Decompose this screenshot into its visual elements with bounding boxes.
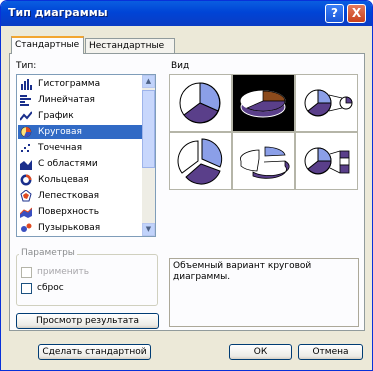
list-item-label: Пузырьковая xyxy=(38,223,101,233)
params-title: Параметры xyxy=(19,248,77,258)
preview-button[interactable]: Просмотр результата xyxy=(16,313,159,329)
subtype-exploded-pie[interactable] xyxy=(169,132,232,190)
doughnut-chart-icon xyxy=(20,174,32,186)
chart-subtype-grid xyxy=(169,74,359,190)
chart-type-dialog: Тип диаграммы ? X Стандартные Нестандарт… xyxy=(0,0,373,371)
list-item-radar[interactable]: Лепестковая xyxy=(18,189,144,203)
list-scrollbar[interactable]: ▲ ▼ xyxy=(142,75,155,236)
view-label: Вид xyxy=(171,61,190,71)
chart-type-list[interactable]: Гистограмма Линейчатая График Круговая Т… xyxy=(16,74,156,237)
list-item-bubble[interactable]: Пузырьковая xyxy=(18,221,144,235)
list-item-line[interactable]: График xyxy=(18,109,144,123)
scroll-up-button[interactable]: ▲ xyxy=(142,75,155,88)
list-item-label: Лепестковая xyxy=(38,191,100,201)
subtype-exploded-3d-pie[interactable] xyxy=(232,132,295,190)
subtype-bar-of-pie[interactable] xyxy=(295,132,358,190)
bar-of-pie-thumbnail xyxy=(304,147,350,175)
3d-pie-thumbnail xyxy=(240,90,286,118)
title-bar[interactable]: Тип диаграммы ? X xyxy=(1,1,372,26)
subtype-3d-pie[interactable] xyxy=(232,74,295,132)
surface-chart-icon xyxy=(20,207,32,218)
scroll-down-button[interactable]: ▼ xyxy=(142,223,155,236)
close-button[interactable]: X xyxy=(347,4,366,23)
type-label: Тип: xyxy=(16,61,37,71)
apply-label: применить xyxy=(37,267,90,277)
list-item-label: Кольцевая xyxy=(38,175,89,185)
pie-thumbnail xyxy=(179,82,221,124)
tab-standard[interactable]: Стандартные xyxy=(11,36,84,54)
bar-chart-icon xyxy=(20,95,31,106)
params-group: Параметры xyxy=(16,248,158,306)
list-item-pie[interactable]: Круговая xyxy=(18,125,144,139)
line-chart-icon xyxy=(20,111,32,121)
list-item-label: Круговая xyxy=(38,127,82,137)
exploded-3d-pie-thumbnail xyxy=(240,146,290,179)
tab-custom[interactable]: Нестандартные xyxy=(85,38,175,54)
list-item-doughnut[interactable]: Кольцевая xyxy=(18,173,144,187)
list-item-label: Линейчатая xyxy=(38,95,95,105)
list-item-label: Точечная xyxy=(38,143,82,153)
list-item-scatter[interactable]: Точечная xyxy=(18,141,144,155)
set-default-button[interactable]: Сделать стандартной xyxy=(38,344,151,360)
list-item-label: График xyxy=(38,111,74,121)
radar-chart-icon xyxy=(20,190,32,202)
dialog-title: Тип диаграммы xyxy=(8,6,108,19)
area-chart-icon xyxy=(20,160,32,170)
subtype-pie-of-pie[interactable] xyxy=(295,74,358,132)
list-item-surface[interactable]: Поверхность xyxy=(18,205,144,219)
list-item-area[interactable]: С областями xyxy=(18,157,144,171)
bubble-chart-icon xyxy=(21,223,32,232)
scatter-chart-icon xyxy=(21,144,30,152)
list-item-label: Гистограмма xyxy=(38,79,101,89)
reset-checkbox[interactable] xyxy=(21,283,32,294)
cancel-button[interactable]: Отмена xyxy=(298,344,363,360)
histogram-icon xyxy=(21,79,32,90)
apply-checkbox[interactable] xyxy=(21,267,32,278)
list-item-histogram[interactable]: Гистограмма xyxy=(18,77,144,91)
reset-label: сброс xyxy=(37,283,64,293)
list-item-bar[interactable]: Линейчатая xyxy=(18,93,144,107)
pie-chart-icon xyxy=(20,126,32,138)
list-item-label: С областями xyxy=(38,159,98,169)
scroll-thumb[interactable] xyxy=(142,90,155,168)
list-item-label: Поверхность xyxy=(38,207,100,217)
pie-of-pie-thumbnail xyxy=(304,89,353,117)
ok-button[interactable]: ОК xyxy=(229,344,292,360)
help-button[interactable]: ? xyxy=(325,4,344,23)
subtype-pie[interactable] xyxy=(169,74,232,132)
subtype-description: Объемный вариант круговой диаграммы. xyxy=(169,258,359,327)
exploded-pie-thumbnail xyxy=(177,138,223,185)
